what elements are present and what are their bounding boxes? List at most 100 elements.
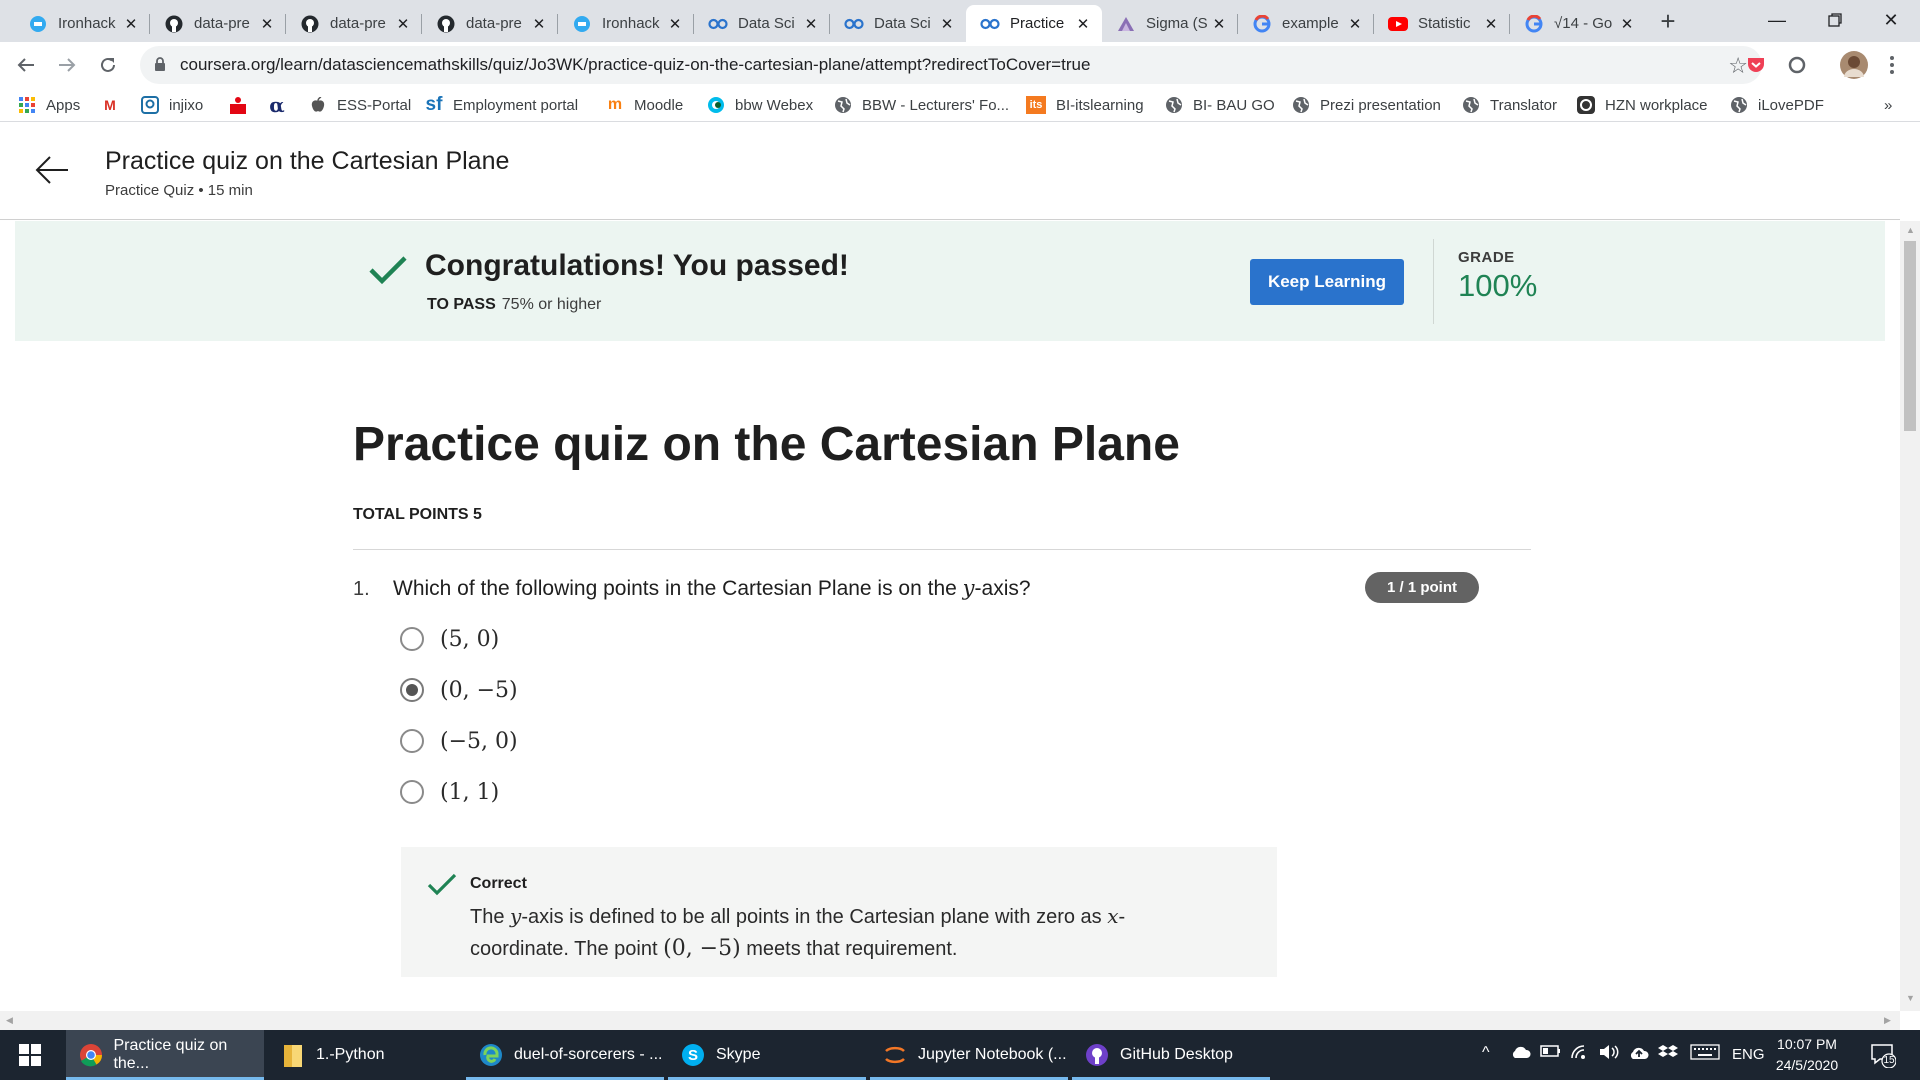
browser-tab[interactable]: Ironhack ✕ <box>558 5 694 42</box>
notification-count: 15 <box>1883 1055 1895 1066</box>
scroll-right-arrow-icon[interactable]: ▶ <box>1884 1015 1891 1026</box>
bookmark-translator[interactable]: Translator <box>1462 94 1557 116</box>
reload-button[interactable] <box>92 49 124 81</box>
option-label: (0, −5) <box>440 677 518 703</box>
onedrive-cloud-icon[interactable] <box>1510 1044 1532 1065</box>
scroll-up-arrow-icon[interactable]: ▲ <box>1906 225 1915 235</box>
close-tab-icon[interactable]: ✕ <box>1346 15 1364 33</box>
browser-tab[interactable]: Statistic ✕ <box>1374 5 1510 42</box>
feedback-text-part: The <box>470 906 511 928</box>
browser-tab[interactable]: data-pre ✕ <box>422 5 558 42</box>
answer-option[interactable]: (5, 0) <box>400 624 499 654</box>
profile-avatar[interactable] <box>1839 50 1869 80</box>
scroll-left-arrow-icon[interactable]: ◀ <box>6 1015 13 1026</box>
scrollbar-thumb[interactable] <box>1904 241 1916 431</box>
upload-cloud-icon[interactable] <box>1628 1044 1650 1065</box>
close-tab-icon[interactable]: ✕ <box>1618 15 1636 33</box>
bookmark-label: BI- BAU GO <box>1193 96 1275 114</box>
alpha-icon: α <box>269 93 285 117</box>
radio-button-checked[interactable] <box>400 678 424 702</box>
bookmark-bi-itslearning[interactable]: its BI-itslearning <box>1026 94 1144 116</box>
close-tab-icon[interactable]: ✕ <box>666 15 684 33</box>
browser-toolbar: coursera.org/learn/datasciencemathskills… <box>0 42 1920 88</box>
bookmark-ess-portal[interactable]: ESS-Portal <box>309 94 411 116</box>
bookmark-prezi[interactable]: Prezi presentation <box>1292 94 1441 116</box>
bookmark-bi-bau-go[interactable]: BI- BAU GO <box>1165 94 1275 116</box>
keep-learning-button[interactable]: Keep Learning <box>1250 259 1404 305</box>
vertical-scrollbar[interactable]: ▲ ▼ <box>1900 221 1920 1011</box>
close-tab-icon[interactable]: ✕ <box>1210 15 1228 33</box>
close-tab-icon[interactable]: ✕ <box>530 15 548 33</box>
bookmark-apps[interactable]: Apps <box>18 94 80 116</box>
tab-label: Data Sci <box>738 15 795 32</box>
volume-icon[interactable] <box>1598 1044 1620 1065</box>
bookmark-sparkasse[interactable] <box>229 94 257 116</box>
circle-extension-icon[interactable] <box>1783 51 1811 79</box>
browser-tab[interactable]: data-pre ✕ <box>286 5 422 42</box>
pass-banner: Congratulations! You passed! TO PASS 75% … <box>15 221 1885 341</box>
horizontal-scrollbar[interactable]: ◀ ▶ <box>0 1011 1900 1030</box>
bookmark-bbw-lecturers[interactable]: BBW - Lecturers' Fo... <box>834 94 1009 116</box>
forward-button[interactable] <box>51 49 83 81</box>
taskbar-app-github-desktop[interactable]: GitHub Desktop <box>1072 1030 1270 1080</box>
browser-tab[interactable]: Sigma (S ✕ <box>1102 5 1238 42</box>
forward-arrow-icon <box>59 58 76 72</box>
browser-tab[interactable]: example ✕ <box>1238 5 1374 42</box>
bookmark-moodle[interactable]: m Moodle <box>606 94 683 116</box>
bookmark-label: Employment portal <box>453 96 579 114</box>
quiz-header: Practice quiz on the Cartesian Plane Pra… <box>0 122 1900 220</box>
back-to-course-button[interactable] <box>34 152 70 188</box>
radio-button[interactable] <box>400 729 424 753</box>
wifi-icon[interactable] <box>1570 1044 1590 1065</box>
close-window-button[interactable]: ✕ <box>1862 0 1920 40</box>
browser-tab[interactable]: Data Sci ✕ <box>694 5 830 42</box>
feedback-title: Correct <box>470 875 527 892</box>
bookmark-gmail[interactable]: M <box>101 94 129 116</box>
close-tab-icon[interactable]: ✕ <box>938 15 956 33</box>
taskbar-app-skype[interactable]: S Skype <box>668 1030 866 1080</box>
taskbar-app-chrome[interactable]: Practice quiz on the... <box>66 1030 264 1080</box>
browser-tab[interactable]: Data Sci ✕ <box>830 5 966 42</box>
back-button[interactable] <box>10 49 42 81</box>
bookmark-alpha[interactable]: α <box>268 93 296 117</box>
menu-kebab-icon[interactable] <box>1878 51 1906 79</box>
close-tab-icon[interactable]: ✕ <box>1074 15 1092 33</box>
close-tab-icon[interactable]: ✕ <box>802 15 820 33</box>
answer-option[interactable]: (−5, 0) <box>400 726 518 756</box>
browser-tab[interactable]: Ironhack ✕ <box>14 5 150 42</box>
bookmark-hzn-workplace[interactable]: HZN workplace <box>1577 94 1708 116</box>
dropbox-icon[interactable] <box>1658 1044 1678 1065</box>
answer-option-selected[interactable]: (0, −5) <box>400 675 518 705</box>
minimize-button[interactable]: — <box>1748 0 1806 40</box>
system-clock[interactable]: 10:07 PM 24/5/2020 <box>1760 1034 1854 1076</box>
battery-icon[interactable] <box>1540 1044 1562 1063</box>
action-center-button[interactable]: 15 <box>1870 1042 1897 1069</box>
radio-button[interactable] <box>400 627 424 651</box>
browser-tab-active[interactable]: Practice ✕ <box>966 5 1102 42</box>
bookmarks-overflow-button[interactable]: » <box>1884 94 1892 116</box>
close-tab-icon[interactable]: ✕ <box>122 15 140 33</box>
bookmark-webex[interactable]: bbw Webex <box>707 94 813 116</box>
close-tab-icon[interactable]: ✕ <box>1482 15 1500 33</box>
start-button[interactable] <box>0 1030 60 1080</box>
browser-tab[interactable]: data-pre ✕ <box>150 5 286 42</box>
bookmark-employment-portal[interactable]: sf Employment portal <box>425 94 579 116</box>
taskbar-app-jupyter[interactable]: Jupyter Notebook (... <box>870 1030 1068 1080</box>
bookmark-injixo[interactable]: injixo <box>141 94 203 116</box>
address-bar[interactable]: coursera.org/learn/datasciencemathskills… <box>140 46 1762 84</box>
divider <box>353 549 1531 550</box>
close-tab-icon[interactable]: ✕ <box>258 15 276 33</box>
pocket-extension-icon[interactable] <box>1742 51 1770 79</box>
restore-button[interactable] <box>1806 0 1864 40</box>
show-hidden-icons-chevron-icon[interactable]: ^ <box>1482 1044 1490 1062</box>
taskbar-app-edge[interactable]: duel-of-sorcerers - ... <box>466 1030 664 1080</box>
new-tab-button[interactable]: + <box>1653 6 1683 36</box>
keyboard-icon[interactable] <box>1690 1044 1720 1065</box>
close-tab-icon[interactable]: ✕ <box>394 15 412 33</box>
answer-option[interactable]: (1, 1) <box>400 777 499 807</box>
scroll-down-arrow-icon[interactable]: ▼ <box>1906 993 1915 1003</box>
taskbar-app-explorer[interactable]: 1.-Python <box>268 1030 466 1080</box>
bookmark-ilovepdf[interactable]: iLovePDF <box>1730 94 1824 116</box>
radio-button[interactable] <box>400 780 424 804</box>
browser-tab[interactable]: √14 - Go ✕ <box>1510 5 1646 42</box>
